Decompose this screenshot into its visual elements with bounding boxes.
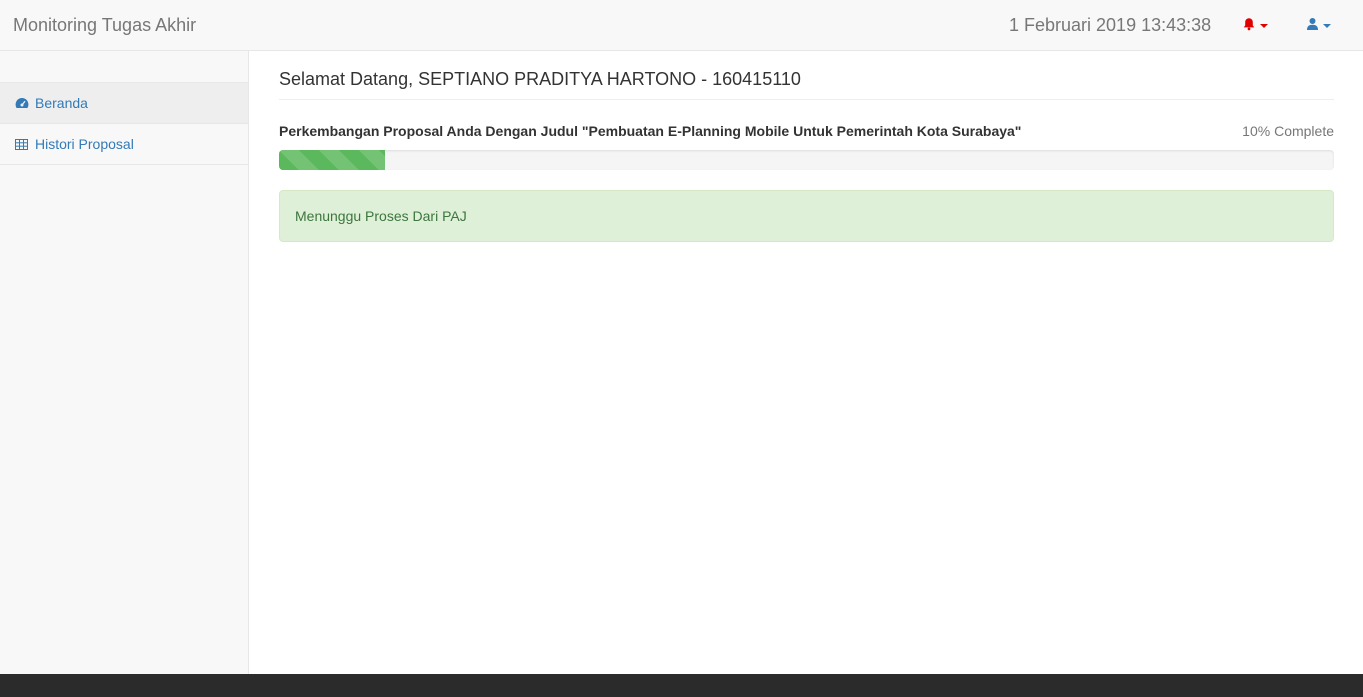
page-title: Selamat Datang, SEPTIANO PRADITYA HARTON… — [279, 69, 801, 89]
sidebar-item-label: Beranda — [35, 95, 88, 111]
user-dropdown[interactable] — [1306, 15, 1331, 37]
datetime-display: 1 Februari 2019 13:43:38 — [1009, 15, 1212, 35]
status-alert: Menunggu Proses Dari PAJ — [279, 190, 1334, 242]
progress-track — [279, 150, 1334, 170]
dashboard-icon — [15, 96, 30, 110]
status-message: Menunggu Proses Dari PAJ — [295, 208, 467, 224]
progress-title: Perkembangan Proposal Anda Dengan Judul … — [279, 123, 1022, 139]
brand-title[interactable]: Monitoring Tugas Akhir — [13, 15, 196, 36]
chevron-down-icon — [1323, 24, 1331, 28]
notifications-dropdown[interactable] — [1242, 15, 1268, 37]
progress-bar — [279, 150, 385, 170]
sidebar-item-beranda[interactable]: Beranda — [0, 83, 248, 124]
user-icon — [1306, 17, 1319, 36]
sidebar: Beranda Histori Proposal — [0, 51, 249, 674]
table-icon — [15, 137, 30, 151]
app-frame: Monitoring Tugas Akhir 1 Februari 2019 1… — [0, 0, 1363, 674]
progress-percent-label: 10% Complete — [1242, 123, 1334, 139]
sidebar-menu: Beranda Histori Proposal — [0, 82, 248, 165]
top-navbar: Monitoring Tugas Akhir 1 Februari 2019 1… — [0, 0, 1363, 51]
divider — [279, 99, 1334, 100]
bell-icon — [1242, 17, 1256, 36]
sidebar-item-label: Histori Proposal — [35, 136, 134, 152]
chevron-down-icon — [1260, 24, 1268, 28]
sidebar-item-histori-proposal[interactable]: Histori Proposal — [0, 124, 248, 165]
